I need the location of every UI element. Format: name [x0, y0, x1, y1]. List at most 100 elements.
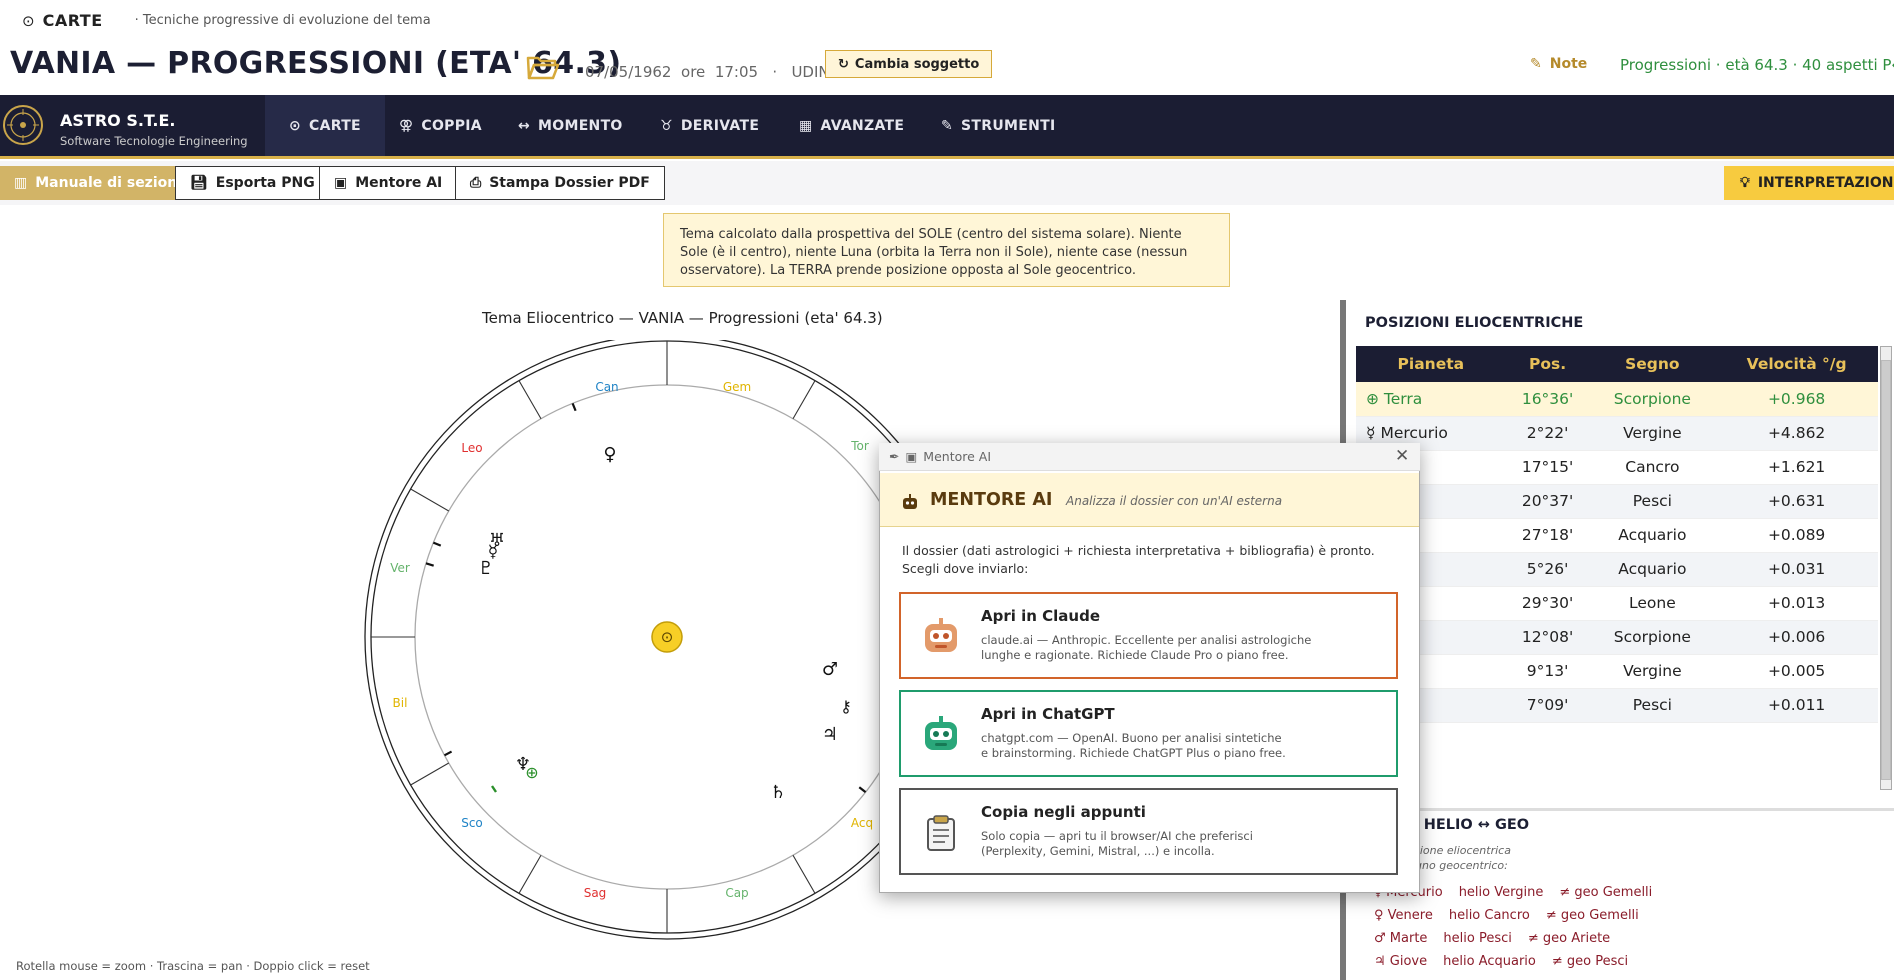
sign-division-line [792, 380, 816, 420]
progressions-status: Progressioni · età 64.3 · 40 aspetti P↔N [1620, 56, 1894, 74]
brand-subtitle: Software Tecnologie Engineering [60, 134, 248, 148]
export-png-button[interactable]: 💾︎ Esporta PNG [175, 166, 330, 200]
nav-label: MOMENTO [538, 117, 623, 134]
position-cell: 2°22' [1505, 416, 1590, 451]
print-label: Stampa Dossier PDF [489, 175, 650, 191]
dialog-titlebar[interactable]: ✒ ▣ Mentore AI [879, 443, 1420, 471]
position-cell: 20°37' [1505, 484, 1590, 519]
info-notice: Tema calcolato dalla prospettiva del SOL… [663, 213, 1230, 287]
table-row[interactable]: o29°30'Leone+0.013 [1356, 586, 1878, 621]
table-row[interactable]: rno5°26'Acquario+0.031 [1356, 552, 1878, 587]
compare-geo: ≠ geo Pesci [1551, 954, 1629, 969]
sign-cell: Acquario [1589, 552, 1716, 587]
table-row[interactable]: ☿ Mercurio 2°22' Vergine +4.862 [1356, 416, 1878, 451]
earth-tick [491, 785, 497, 793]
column-header[interactable]: Pianeta [1356, 346, 1506, 382]
table-row[interactable]: e27°18'Acquario+0.089 [1356, 518, 1878, 553]
table-row[interactable]: 20°37' Pesci +0.631 [1356, 484, 1878, 519]
clipboard-icon [927, 815, 955, 851]
saturn-icon: ♄ [770, 782, 786, 803]
brand-name: ASTRO S.T.E. [60, 111, 176, 130]
sign-label-cancer: Can [595, 380, 618, 394]
nav-carte[interactable]: ⊙ CARTE [265, 95, 385, 156]
change-subject-button[interactable]: ↻ Cambia soggetto [825, 50, 993, 78]
sign-label-aquarius: Acq [851, 816, 873, 830]
mentor-label: Mentore AI [355, 175, 443, 191]
compare-helio: helio Vergine [1458, 885, 1544, 900]
breadcrumb-section[interactable]: CARTE [43, 11, 103, 30]
table-row[interactable]: e17°15'Cancro+1.621 [1356, 450, 1878, 485]
nav-derivate[interactable]: ♉ DERIVATE [636, 95, 783, 156]
dialog-subtitle: Analizza il dossier con un'AI esterna [1066, 494, 1283, 508]
sign-label-libra: Bil [393, 696, 408, 710]
dialog-message: Il dossier (dati astrologici + richiesta… [902, 542, 1375, 578]
copy-clipboard-button[interactable]: Copia negli appunti Solo copia — apri tu… [899, 788, 1398, 875]
compare-planet: ♃ Giove [1374, 954, 1428, 969]
dialog-message-line: Scegli dove inviarlo: [902, 561, 1029, 576]
option-desc: Solo copia — apri tu il browser/AI che p… [981, 829, 1253, 843]
brand-logo-icon [3, 105, 43, 145]
sign-label-capricorn: Cap [725, 886, 748, 900]
option-body: Apri in ChatGPT chatgpt.com — OpenAI. Bu… [981, 705, 1286, 761]
robot-icon: ▣ [334, 175, 348, 191]
print-pdf-button[interactable]: ⎙ Stampa Dossier PDF [455, 166, 665, 200]
speed-cell: +0.006 [1715, 620, 1878, 655]
table-row[interactable]: ⊕ Terra 16°36' Scorpione +0.968 [1356, 382, 1878, 417]
sign-cell: Vergine [1589, 416, 1716, 451]
nav-coppia[interactable]: ⚢ COPPIA [375, 95, 506, 156]
close-icon[interactable]: ✕ [1395, 446, 1409, 466]
export-png-label: Esporta PNG [215, 175, 315, 191]
table-row[interactable]: uno12°08'Scorpione+0.006 [1356, 620, 1878, 655]
compare-helio: helio Cancro [1448, 908, 1530, 923]
speed-cell: +0.005 [1715, 654, 1878, 689]
mentor-ai-button[interactable]: ▣ Mentore AI [319, 166, 458, 200]
table-row[interactable]: ne9°13'Vergine+0.005 [1356, 654, 1878, 689]
wrench-icon: ✎ [941, 117, 954, 134]
nav-momento[interactable]: ↔ MOMENTO [494, 95, 647, 156]
speed-cell: +4.862 [1715, 416, 1878, 451]
open-chatgpt-button[interactable]: Apri in ChatGPT chatgpt.com — OpenAI. Bu… [899, 690, 1398, 777]
note-button[interactable]: ✎ Note [1530, 56, 1587, 72]
nav-avanzate[interactable]: ▦ AVANZATE [775, 95, 928, 156]
open-claude-button[interactable]: Apri in Claude claude.ai — Anthropic. Ec… [899, 592, 1398, 679]
nav-strumenti[interactable]: ✎ STRUMENTI [917, 95, 1079, 156]
sign-label-scorpio: Sco [461, 816, 483, 830]
speed-cell: +0.089 [1715, 518, 1878, 553]
manual-button[interactable]: ▥ Manuale di sezione [0, 166, 201, 200]
option-title: Copia negli appunti [981, 803, 1146, 821]
option-desc: chatgpt.com — OpenAI. Buono per analisi … [981, 731, 1282, 745]
compare-row: ♂ Marte helio Pesci ≠ geo Ariete [1374, 931, 1610, 946]
option-body: Apri in Claude claude.ai — Anthropic. Ec… [981, 607, 1311, 663]
position-cell: 9°13' [1505, 654, 1590, 689]
sign-label-leo: Leo [461, 441, 482, 455]
birth-time: 17:05 [714, 63, 759, 81]
table-row[interactable]: ne7°09'Pesci+0.011 [1356, 688, 1878, 723]
dialog-message-line: Il dossier (dati astrologici + richiesta… [902, 543, 1375, 558]
column-header[interactable]: Velocità °/g [1715, 346, 1878, 382]
sign-division-line [410, 762, 450, 786]
option-desc: claude.ai — Anthropic. Eccellente per an… [981, 633, 1312, 647]
pluto-icon: ♇ [478, 558, 494, 579]
column-header[interactable]: Segno [1589, 346, 1716, 382]
sign-division-line [518, 854, 542, 894]
sign-division-line [410, 488, 450, 512]
option-body: Copia negli appunti Solo copia — apri tu… [981, 803, 1253, 859]
speed-cell: +0.031 [1715, 552, 1878, 587]
arrows-icon: ↔ [518, 117, 531, 134]
interpretation-button[interactable]: 💡︎ INTERPRETAZIONE [1724, 166, 1894, 200]
breadcrumb: ⊙ CARTE · Tecniche progressive di evoluz… [22, 11, 431, 30]
sign-cell: Pesci [1589, 688, 1716, 723]
speed-cell: +0.631 [1715, 484, 1878, 519]
meta-separator: · [772, 63, 778, 81]
position-cell: 16°36' [1505, 382, 1590, 417]
mars-icon: ♂ [822, 659, 838, 680]
column-header[interactable]: Pos. [1505, 346, 1590, 382]
robot-icon [925, 618, 957, 652]
positions-table: Pianeta Pos. Segno Velocità °/g ⊕ Terra 1… [1356, 346, 1878, 723]
jupiter-icon: ♃ [822, 724, 838, 745]
grid-icon: ▦ [799, 117, 813, 134]
scrollbar-thumb[interactable] [1881, 360, 1891, 780]
dialog-window-title: Mentore AI [923, 449, 992, 464]
nav-label: DERIVATE [680, 117, 760, 134]
folder-icon[interactable] [526, 52, 560, 82]
